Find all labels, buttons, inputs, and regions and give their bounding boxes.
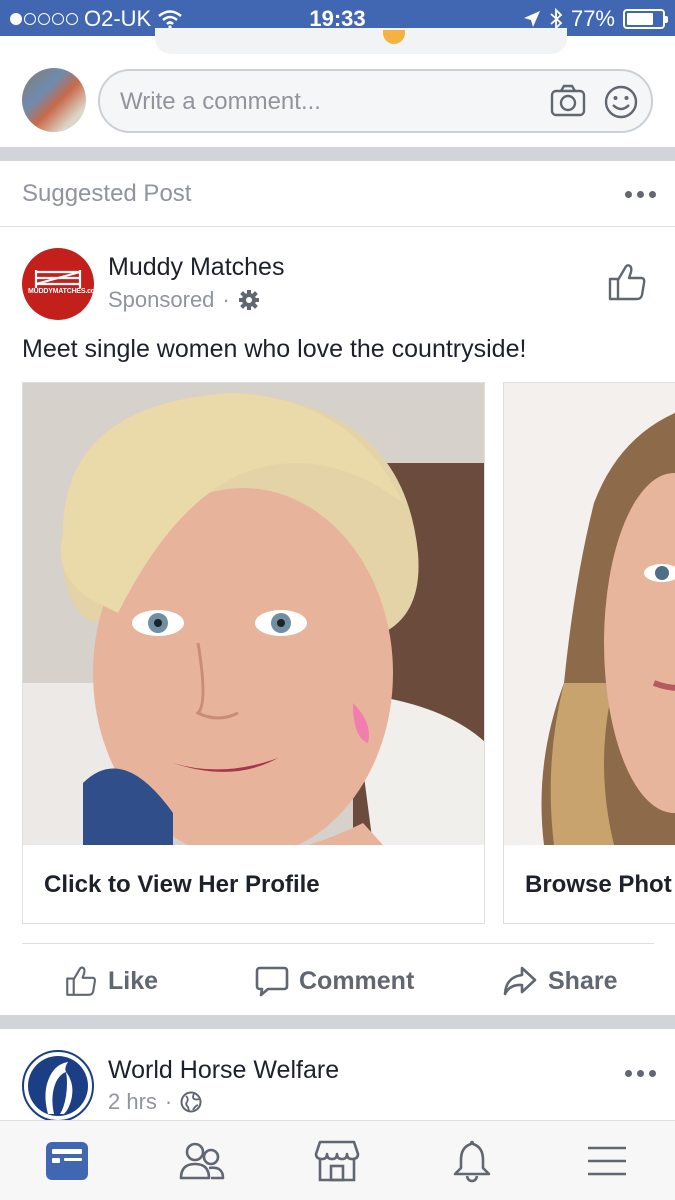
friends-icon bbox=[179, 1142, 225, 1180]
battery-icon bbox=[623, 9, 668, 29]
location-arrow-icon bbox=[523, 11, 540, 27]
post-time[interactable]: 2 hrs bbox=[108, 1089, 157, 1115]
bottom-tab-bar bbox=[0, 1120, 675, 1200]
more-options-icon[interactable] bbox=[625, 191, 656, 198]
post-meta: 2 hrs · bbox=[108, 1089, 202, 1115]
bell-icon bbox=[453, 1140, 491, 1183]
rural-gate-icon bbox=[34, 270, 82, 288]
profile-photo[interactable] bbox=[504, 383, 675, 845]
share-arrow-icon bbox=[503, 966, 537, 996]
meta-separator: · bbox=[222, 287, 230, 312]
profile-photo[interactable] bbox=[23, 383, 484, 845]
hamburger-menu-icon bbox=[588, 1146, 626, 1176]
tab-news-feed[interactable] bbox=[43, 1137, 91, 1185]
muddy-matches-logo[interactable]: MUDDYMATCHES.co.uk bbox=[22, 248, 94, 320]
share-label: Share bbox=[548, 966, 618, 995]
divider bbox=[22, 943, 654, 944]
previous-post-reaction-bar bbox=[155, 28, 567, 54]
logo-wordmark: MUDDYMATCHES.co.uk bbox=[28, 288, 94, 295]
tab-notifications[interactable] bbox=[448, 1137, 496, 1185]
divider bbox=[0, 226, 675, 227]
feed-separator bbox=[0, 147, 675, 161]
feed-separator bbox=[0, 1015, 675, 1029]
page-name[interactable]: Muddy Matches bbox=[108, 253, 284, 282]
comment-input[interactable] bbox=[120, 85, 520, 119]
post-actions: Like Comment Share bbox=[0, 955, 675, 1007]
reaction-emoji-icon bbox=[383, 30, 405, 44]
share-button[interactable]: Share bbox=[502, 955, 617, 1007]
meta-separator: · bbox=[164, 1089, 173, 1114]
comment-button[interactable]: Comment bbox=[255, 955, 414, 1007]
gear-icon bbox=[238, 290, 259, 310]
like-button[interactable]: Like bbox=[64, 955, 158, 1007]
world-horse-welfare-logo[interactable] bbox=[22, 1050, 94, 1122]
card-cta-label[interactable]: Browse Phot bbox=[525, 871, 672, 899]
tab-menu[interactable] bbox=[583, 1137, 631, 1185]
page-name[interactable]: World Horse Welfare bbox=[108, 1056, 339, 1085]
comment-bubble-icon bbox=[255, 966, 289, 997]
battery-percent: 77% bbox=[570, 6, 615, 31]
post-meta: Sponsored · bbox=[108, 287, 260, 313]
comment-composer[interactable] bbox=[98, 69, 653, 133]
camera-icon[interactable] bbox=[550, 84, 586, 118]
horse-head-icon bbox=[28, 1056, 88, 1116]
comment-label: Comment bbox=[299, 966, 415, 995]
suggested-post-label: Suggested Post bbox=[22, 180, 192, 207]
news-feed-icon bbox=[46, 1142, 88, 1180]
woman-portrait-image bbox=[504, 383, 675, 845]
globe-icon bbox=[180, 1091, 202, 1113]
bluetooth-icon bbox=[550, 8, 563, 30]
sponsored-label: Sponsored bbox=[108, 287, 215, 312]
more-options-icon[interactable] bbox=[625, 1070, 656, 1077]
tab-marketplace[interactable] bbox=[313, 1137, 361, 1185]
card-cta-label[interactable]: Click to View Her Profile bbox=[44, 871, 320, 899]
tab-friends[interactable] bbox=[178, 1137, 226, 1185]
user-avatar[interactable] bbox=[22, 68, 86, 132]
carousel-card[interactable]: Click to View Her Profile bbox=[22, 382, 485, 924]
emoji-icon[interactable] bbox=[603, 84, 639, 120]
like-page-icon[interactable] bbox=[606, 262, 648, 302]
like-label: Like bbox=[108, 966, 159, 995]
woman-portrait-image bbox=[23, 383, 484, 845]
thumbs-up-icon bbox=[66, 966, 96, 996]
carousel-card[interactable]: Browse Phot bbox=[503, 382, 675, 924]
marketplace-shop-icon bbox=[314, 1140, 360, 1182]
post-caption: Meet single women who love the countrysi… bbox=[22, 335, 527, 363]
